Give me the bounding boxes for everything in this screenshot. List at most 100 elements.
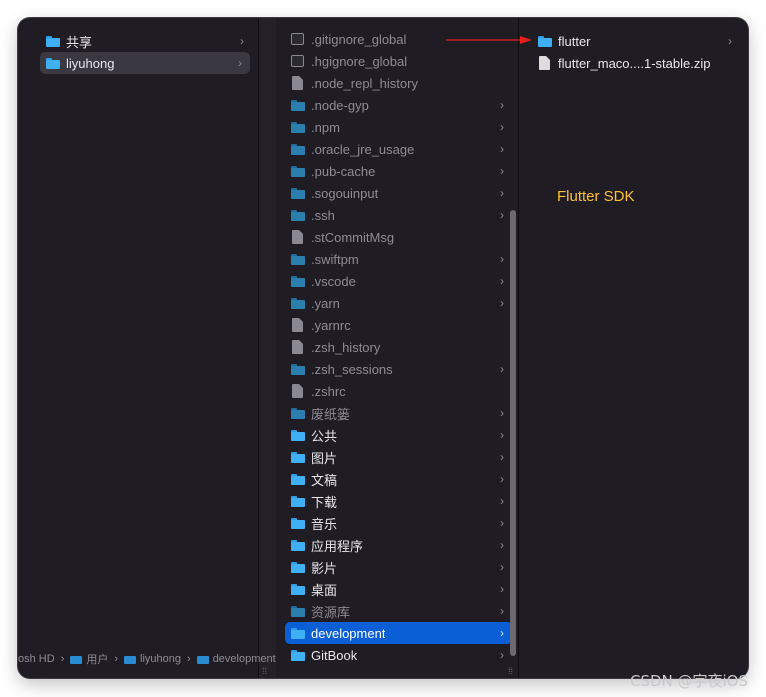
folder-icon	[291, 209, 305, 221]
list-item-label: .ssh	[311, 207, 335, 223]
list-item[interactable]: 影片 ›	[285, 556, 512, 578]
finder-window: 共享 › liyuhong › ⁞⁞ .gitignore_global .hgi…	[18, 18, 748, 678]
zip-file-icon	[539, 56, 550, 70]
list-item[interactable]: .stCommitMsg	[285, 226, 512, 248]
chevron-right-icon: ›	[500, 208, 504, 222]
list-item-label: flutter_maco....1-stable.zip	[558, 55, 711, 71]
list-item[interactable]: .zsh_history	[285, 336, 512, 358]
list-item[interactable]: .hgignore_global	[285, 50, 512, 72]
chevron-right-icon: ›	[500, 362, 504, 376]
list-item[interactable]: .node-gyp ›	[285, 94, 512, 116]
chevron-right-icon: ›	[500, 604, 504, 618]
sidebar-item-liyuhong[interactable]: liyuhong ›	[40, 52, 250, 74]
list-item[interactable]: 废纸篓 ›	[285, 402, 512, 424]
list-item[interactable]: .sogouinput ›	[285, 182, 512, 204]
terminal-file-icon	[291, 55, 304, 67]
list-item-label: .gitignore_global	[311, 31, 407, 47]
folder-icon	[538, 35, 552, 47]
chevron-right-icon: ›	[728, 34, 732, 48]
list-item[interactable]: .pub-cache ›	[285, 160, 512, 182]
list-item-label: .yarnrc	[311, 317, 351, 333]
path-item-users[interactable]: 用户	[70, 651, 108, 667]
list-item[interactable]: 音乐 ›	[285, 512, 512, 534]
folder-icon	[291, 605, 305, 617]
folder-icon	[291, 627, 305, 639]
chevron-right-icon: ›	[500, 186, 504, 200]
list-item[interactable]: 下载 ›	[285, 490, 512, 512]
path-separator: ›	[60, 653, 65, 665]
list-item[interactable]: 资源库 ›	[285, 600, 512, 622]
home-folder-icon	[124, 655, 137, 664]
list-item-label: .pub-cache	[311, 163, 376, 179]
folder-icon	[291, 363, 305, 375]
list-item-label: 音乐	[311, 516, 338, 532]
list-item-label: 桌面	[311, 582, 338, 598]
downloads-folder-icon	[291, 495, 305, 507]
list-item[interactable]: .yarn ›	[285, 292, 512, 314]
list-item-flutter[interactable]: flutter ›	[534, 30, 740, 52]
folder-icon	[291, 275, 305, 287]
chevron-right-icon: ›	[500, 450, 504, 464]
folder-icon	[196, 655, 209, 664]
list-item-label: flutter	[558, 33, 591, 49]
list-item-label: .npm	[311, 119, 340, 135]
folder-icon	[291, 297, 305, 309]
list-item[interactable]: .npm ›	[285, 116, 512, 138]
list-item-label: .oracle_jre_usage	[311, 141, 415, 157]
list-item-selected[interactable]: development ›	[285, 622, 512, 644]
folder-icon	[46, 35, 60, 47]
list-item[interactable]: 公共 ›	[285, 424, 512, 446]
list-item[interactable]: .yarnrc	[285, 314, 512, 336]
folder-icon	[70, 655, 83, 664]
chevron-right-icon: ›	[238, 56, 242, 70]
column-home-contents: .gitignore_global .hgignore_global .node_r…	[276, 18, 518, 678]
folder-icon	[291, 473, 305, 485]
document-icon	[292, 318, 303, 332]
sidebar-item-label: 共享	[66, 34, 93, 50]
chevron-right-icon: ›	[500, 648, 504, 662]
list-item[interactable]: .ssh ›	[285, 204, 512, 226]
document-icon	[292, 340, 303, 354]
sidebar-item-shared[interactable]: 共享 ›	[40, 30, 252, 52]
list-item-label: .zsh_history	[311, 339, 381, 355]
list-item[interactable]: .zshrc	[285, 380, 512, 402]
red-arrow-annotation	[446, 36, 532, 44]
list-item[interactable]: 桌面 ›	[285, 578, 512, 600]
list-item-label: .yarn	[311, 295, 340, 311]
list-item[interactable]: 图片 ›	[285, 446, 512, 468]
list-item[interactable]: .node_repl_history	[285, 72, 512, 94]
chevron-right-icon: ›	[500, 516, 504, 530]
list-item[interactable]: .swiftpm ›	[285, 248, 512, 270]
chevron-right-icon: ›	[500, 120, 504, 134]
list-item[interactable]: GitBook ›	[285, 644, 512, 666]
applications-folder-icon	[291, 539, 305, 551]
document-icon	[292, 76, 303, 90]
list-item-label: 文稿	[311, 472, 338, 488]
path-item-liyuhong[interactable]: liyuhong	[124, 653, 181, 665]
list-item[interactable]: 文稿 ›	[285, 468, 512, 490]
path-item-development[interactable]: development	[196, 653, 276, 665]
list-item-label: development	[311, 625, 386, 641]
chevron-right-icon: ›	[500, 626, 504, 640]
chevron-right-icon: ›	[500, 406, 504, 420]
chevron-right-icon: ›	[500, 582, 504, 596]
folder-icon	[291, 253, 305, 265]
list-item[interactable]: .vscode ›	[285, 270, 512, 292]
list-item-label: GitBook	[311, 647, 358, 663]
path-separator: ›	[187, 653, 191, 665]
list-item-label: .stCommitMsg	[311, 229, 395, 245]
list-item[interactable]: 应用程序 ›	[285, 534, 512, 556]
column-resize-handle[interactable]: ⁞⁞	[508, 666, 513, 676]
path-item-disk[interactable]: osh HD	[18, 653, 55, 665]
scrollbar-thumb[interactable]	[510, 210, 516, 656]
path-bar: osh HD › 用户 › liyuhong › development	[18, 650, 276, 668]
list-item-flutter-zip[interactable]: flutter_maco....1-stable.zip	[534, 52, 740, 74]
chevron-right-icon: ›	[500, 538, 504, 552]
list-item[interactable]: .zsh_sessions ›	[285, 358, 512, 380]
column-locations: 共享 › liyuhong ›	[18, 18, 258, 678]
list-item[interactable]: .oracle_jre_usage ›	[285, 138, 512, 160]
folder-icon	[291, 187, 305, 199]
list-item-label: 影片	[311, 560, 338, 576]
movies-folder-icon	[291, 561, 305, 573]
arrow-head	[520, 36, 532, 44]
